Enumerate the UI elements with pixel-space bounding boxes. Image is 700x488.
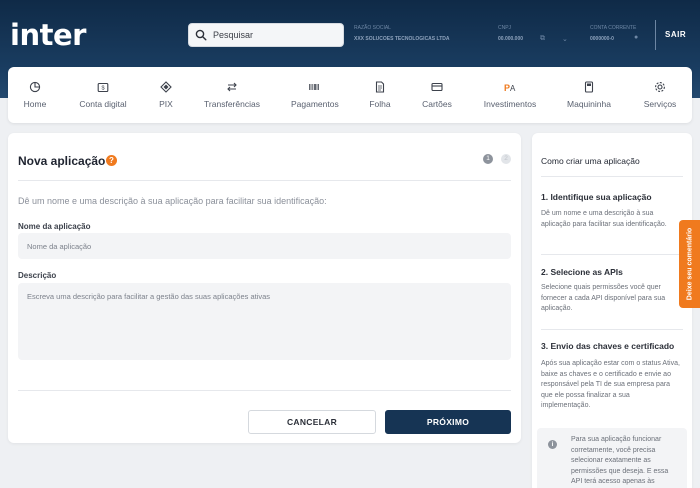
nav-item-home[interactable]: Home <box>20 67 50 123</box>
guide-step-heading: 1. Identifique sua aplicação <box>541 192 652 202</box>
copy-icon[interactable]: ⧉ <box>540 35 545 43</box>
description-label: Descrição <box>18 271 57 280</box>
step-indicator-current: 1 <box>483 154 493 164</box>
next-button[interactable]: PRÓXIMO <box>385 410 511 434</box>
nav-label: Serviços <box>643 99 677 109</box>
guide-title: Como criar uma aplicação <box>541 156 640 166</box>
chevron-down-icon[interactable]: ⌄ <box>562 35 568 43</box>
account-number: CONTA CORRENTE 0000000-0 <box>590 24 636 43</box>
barcode-icon <box>309 84 319 90</box>
nav-item-conta-digital[interactable]: $ Conta digital <box>78 67 128 123</box>
info-box: i Para sua aplicação funcionar corretame… <box>537 428 687 488</box>
nav-item-investimentos[interactable]: PAI Investimentos <box>482 67 538 123</box>
feedback-tab[interactable]: Deixe seu comentário <box>679 220 700 308</box>
nav-label: Home <box>23 99 47 109</box>
nav-label: Transferências <box>204 99 260 109</box>
nav-label: Pagamentos <box>291 99 339 109</box>
gear-icon <box>655 82 665 92</box>
svg-text:AI: AI <box>510 84 516 93</box>
cancel-button[interactable]: CANCELAR <box>248 410 376 434</box>
pos-machine-icon <box>584 81 594 93</box>
nav-label: Conta digital <box>79 99 127 109</box>
investments-icon: PAI <box>504 83 516 93</box>
search-box[interactable] <box>188 23 344 47</box>
step-indicator-next: 2 <box>501 154 511 164</box>
search-input[interactable] <box>213 30 333 40</box>
guide-step-text: Dê um nome e uma descrição à sua aplicaç… <box>541 210 667 228</box>
account-company-label: RAZÃO SOCIAL <box>354 25 391 31</box>
account-cnpj-label: CNPJ <box>498 25 512 31</box>
help-icon[interactable]: ? <box>106 155 117 166</box>
nav-item-pix[interactable]: PIX <box>156 67 176 123</box>
svg-text:$: $ <box>101 86 104 92</box>
search-icon <box>195 29 207 41</box>
nav-item-cartoes[interactable]: Cartões <box>421 67 453 123</box>
application-description-input[interactable] <box>18 283 511 360</box>
account-cnpj: CNPJ 00.000.000 <box>498 24 523 43</box>
account-company-value: XXX SOLUCOES TECNOLOGICAS LTDA <box>354 36 450 42</box>
main-nav: Home $ Conta digital PIX Transferências … <box>8 67 692 123</box>
eye-icon[interactable]: ● <box>634 34 638 41</box>
nav-label: PIX <box>159 99 173 109</box>
account-cnpj-value: 00.000.000 <box>498 36 524 42</box>
info-icon: i <box>548 440 557 449</box>
pix-icon <box>160 81 172 93</box>
nav-label: Maquininha <box>567 99 611 109</box>
application-name-input[interactable] <box>18 233 511 259</box>
divider <box>18 390 511 391</box>
inter-logo[interactable]: inter <box>10 18 86 52</box>
guide-step-text: Selecione quais permissões você quer for… <box>541 284 666 312</box>
transfer-arrows-icon <box>227 82 237 92</box>
header-divider <box>655 20 656 50</box>
nav-label: Cartões <box>422 99 452 109</box>
name-label: Nome da aplicação <box>18 222 91 231</box>
wallet-icon: $ <box>97 82 109 93</box>
feedback-label: Deixe seu comentário <box>686 227 693 301</box>
document-icon <box>375 81 385 93</box>
account-number-value: 0000000-0 <box>590 36 614 42</box>
account-company: RAZÃO SOCIAL XXX SOLUCOES TECNOLOGICAS L… <box>354 24 449 43</box>
nav-item-servicos[interactable]: Serviços <box>640 67 680 123</box>
guide-step-heading: 2. Selecione as APIs <box>541 267 623 277</box>
page-title: Nova aplicação <box>18 154 106 168</box>
pie-chart-icon <box>29 81 41 93</box>
nav-label: Folha <box>369 99 391 109</box>
logout-button[interactable]: SAIR <box>665 30 686 39</box>
nav-item-maquininha[interactable]: Maquininha <box>565 67 613 123</box>
info-text: Para sua aplicação funcionar corretament… <box>571 436 669 485</box>
divider <box>18 180 511 181</box>
guide-step-text: Após sua aplicação estar com o status At… <box>541 360 680 409</box>
account-number-label: CONTA CORRENTE <box>590 25 637 31</box>
card-icon <box>431 82 443 92</box>
nav-item-transferencias[interactable]: Transferências <box>204 67 260 123</box>
divider <box>541 176 683 177</box>
divider <box>541 329 683 330</box>
divider <box>541 254 683 255</box>
guide-panel: Como criar uma aplicação 1. Identifique … <box>532 133 692 488</box>
guide-step-heading: 3. Envio das chaves e certificado <box>541 341 675 351</box>
nav-item-folha[interactable]: Folha <box>368 67 392 123</box>
nav-label: Investimentos <box>483 99 537 109</box>
form-intro-text: Dê um nome e uma descrição à sua aplicaç… <box>18 196 327 206</box>
nav-item-pagamentos[interactable]: Pagamentos <box>291 67 339 123</box>
new-application-card: Nova aplicação ? 1 2 Dê um nome e uma de… <box>8 133 521 443</box>
